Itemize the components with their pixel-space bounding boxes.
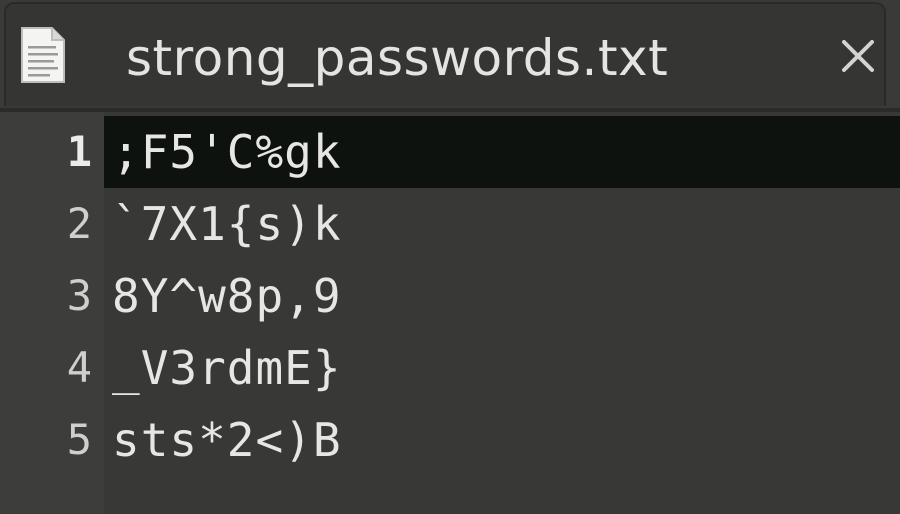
- line-text[interactable]: sts*2<)B: [112, 404, 342, 476]
- line-text[interactable]: ;F5'C%gk: [112, 116, 342, 188]
- line-number: 3: [66, 271, 92, 320]
- file-tab[interactable]: strong_passwords.txt: [4, 2, 886, 106]
- close-icon[interactable]: [836, 34, 880, 78]
- editor-line-5[interactable]: 5 sts*2<)B: [0, 404, 900, 476]
- line-text[interactable]: 8Y^w8p,9: [112, 260, 342, 332]
- line-number: 5: [66, 415, 92, 464]
- editor-line-4[interactable]: 4 _V3rdmE}: [0, 332, 900, 404]
- line-number: 2: [66, 199, 92, 248]
- line-text[interactable]: _V3rdmE}: [112, 332, 342, 404]
- editor-line-1[interactable]: 1 ;F5'C%gk: [0, 116, 900, 188]
- tab-bar: strong_passwords.txt: [0, 0, 900, 110]
- tab-title: strong_passwords.txt: [126, 29, 669, 87]
- text-file-icon: [21, 27, 65, 83]
- editor-line-2[interactable]: 2 `7X1{s)k: [0, 188, 900, 260]
- line-number: 4: [66, 343, 92, 392]
- editor-line-3[interactable]: 3 8Y^w8p,9: [0, 260, 900, 332]
- line-number: 1: [66, 127, 92, 176]
- editor-area[interactable]: 1 ;F5'C%gk 2 `7X1{s)k 3 8Y^w8p,9 4 _V3rd…: [0, 112, 900, 514]
- line-text[interactable]: `7X1{s)k: [112, 188, 342, 260]
- text-editor-window: strong_passwords.txt 1 ;F5'C%gk 2 `7X1{s…: [0, 0, 900, 514]
